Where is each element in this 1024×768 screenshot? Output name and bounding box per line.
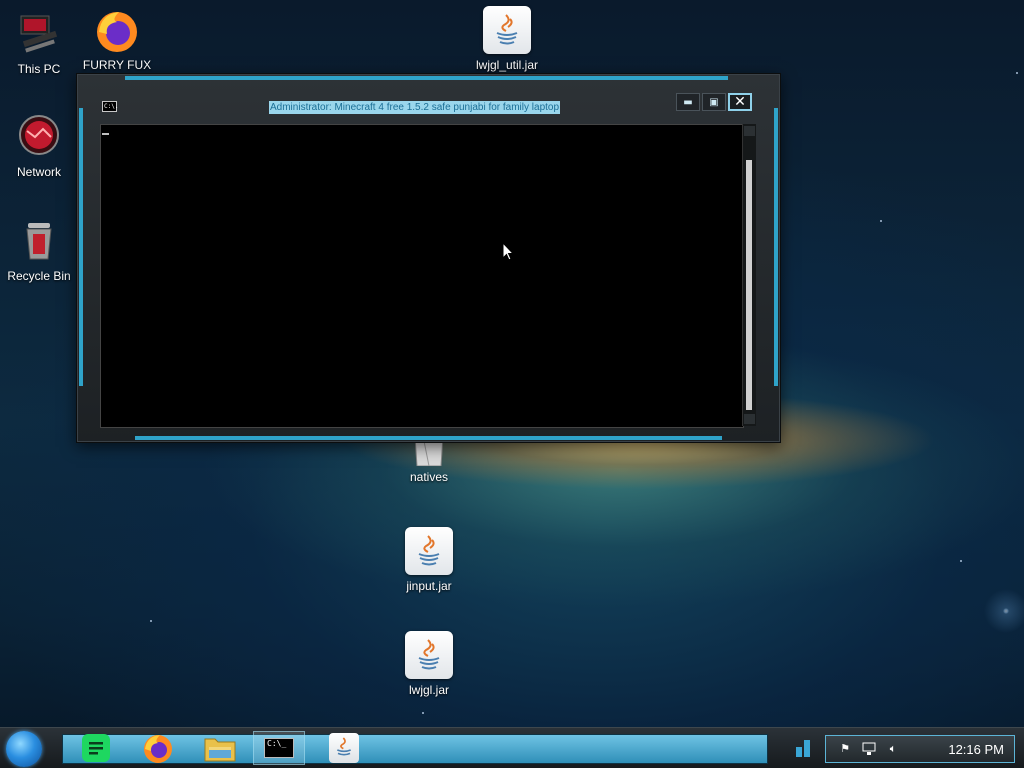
network-icon [15,113,63,161]
mouse-pointer-icon [502,242,514,261]
desktop-icon-furry-fux[interactable]: FURRY FUX [79,6,155,72]
window-frame-accent [774,108,778,386]
trash-icon [15,217,63,265]
desktop-icon-label: natives [409,470,449,484]
desktop-icon-this-pc[interactable]: This PC [1,10,77,76]
vertical-scrollbar[interactable] [742,124,756,426]
star [150,620,152,622]
terminal-icon: C:\_ [264,738,294,758]
star [422,712,424,714]
folder-icon [204,738,236,762]
taskbar: C:\_ ⚑ 🔈︎ 12:16 PM [0,727,1024,768]
desktop-icon-label: Network [16,165,61,179]
desktop-icon-label: Recycle Bin [7,269,71,283]
minimize-button[interactable]: ▬ [676,93,700,111]
close-button[interactable]: ✕ [728,93,752,111]
spotify-icon [82,734,110,762]
window-frame-accent [79,108,83,386]
window-controls: ▬ ▣ ✕ [676,93,752,113]
desktop-icon-label: This PC [17,62,61,76]
maximize-button[interactable]: ▣ [702,93,726,111]
desktop-icon-lwjgl-jar[interactable]: lwjgl.jar [391,631,467,697]
java-icon [405,631,453,679]
flag-icon[interactable]: ⚑ [838,742,852,756]
taskbar-item-spotify[interactable] [76,731,116,765]
taskbar-item-java[interactable] [324,731,364,765]
taskbar-item-file-explorer[interactable] [200,731,240,765]
firefox-icon [93,6,141,54]
clock[interactable]: 12:16 PM [948,742,1004,757]
window-frame-accent [125,76,728,80]
desktop-icon-label: lwjgl_util.jar [475,58,539,72]
desktop-icon-jinput-jar[interactable]: jinput.jar [391,527,467,593]
java-icon [483,6,531,54]
star [880,220,882,222]
cmd-icon[interactable]: C:\. [102,101,118,112]
show-desktop-icon [796,740,810,757]
star [960,560,962,562]
taskbar-item-firefox[interactable] [138,731,178,765]
minimize-icon: ▬ [683,96,693,108]
taskbar-item-command-prompt[interactable]: C:\_ [253,731,305,765]
scrollbar-thumb[interactable] [746,160,752,410]
command-prompt-window[interactable]: C:\. Administrator: Minecraft 4 free 1.5… [76,73,781,443]
maximize-icon: ▣ [709,96,719,108]
window-title: Administrator: Minecraft 4 free 1.5.2 sa… [269,101,561,114]
system-tray: ⚑ 🔈︎ 12:16 PM [825,735,1015,763]
start-button[interactable] [6,731,42,767]
java-icon [405,527,453,575]
java-icon [329,733,359,763]
text-cursor [102,133,109,135]
desktop-icon-network[interactable]: Network [1,113,77,179]
network-status-icon[interactable] [862,742,876,756]
scroll-up-arrow[interactable] [744,126,755,136]
window-titlebar[interactable]: C:\. Administrator: Minecraft 4 free 1.5… [91,92,760,122]
close-icon: ✕ [734,94,746,110]
desktop-icon-label: FURRY FUX [82,58,152,72]
volume-icon[interactable]: 🔈︎ [886,742,900,756]
desktop-icon-label: lwjgl.jar [408,683,449,697]
star [1016,72,1018,74]
firefox-icon [144,735,172,763]
desktop-icon-label: jinput.jar [406,579,452,593]
desktop-icon-lwjgl-util-jar[interactable]: lwjgl_util.jar [469,6,545,72]
desktop-icon-recycle-bin[interactable]: Recycle Bin [1,217,77,283]
computer-icon [15,10,63,58]
window-frame-accent [135,436,722,440]
console-output[interactable] [100,124,744,428]
show-desktop-button[interactable] [794,737,814,759]
scroll-down-arrow[interactable] [744,414,755,424]
desktop-icon-natives[interactable]: natives [391,435,467,484]
